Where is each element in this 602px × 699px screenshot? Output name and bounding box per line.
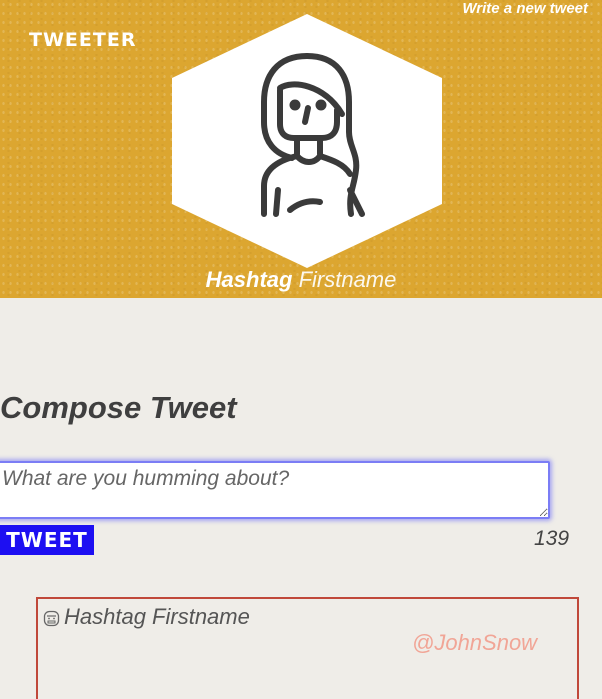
tweet-card: Hashtag Firstname @JohnSnow [36,597,579,699]
tweet-author-name: Hashtag Firstname [64,604,250,629]
profile-last-name: Firstname [298,267,397,292]
tweet-author-handle[interactable]: @JohnSnow [412,630,537,656]
char-counter: 139 [534,527,570,550]
small-face-icon [43,610,60,627]
profile-header: TWEETER Write a new tweet Hashtag Firstn… [0,0,602,298]
write-new-tweet-link[interactable]: Write a new tweet [462,0,588,17]
avatar-hexagon [172,14,442,268]
tweet-input[interactable] [0,461,550,519]
tweet-button[interactable]: TWEET [0,525,94,555]
app-logo[interactable]: TWEETER [29,29,136,51]
compose-title: Compose Tweet [0,390,237,425]
profile-first-name: Hashtag [205,267,293,292]
profile-name: Hashtag Firstname [0,267,602,293]
